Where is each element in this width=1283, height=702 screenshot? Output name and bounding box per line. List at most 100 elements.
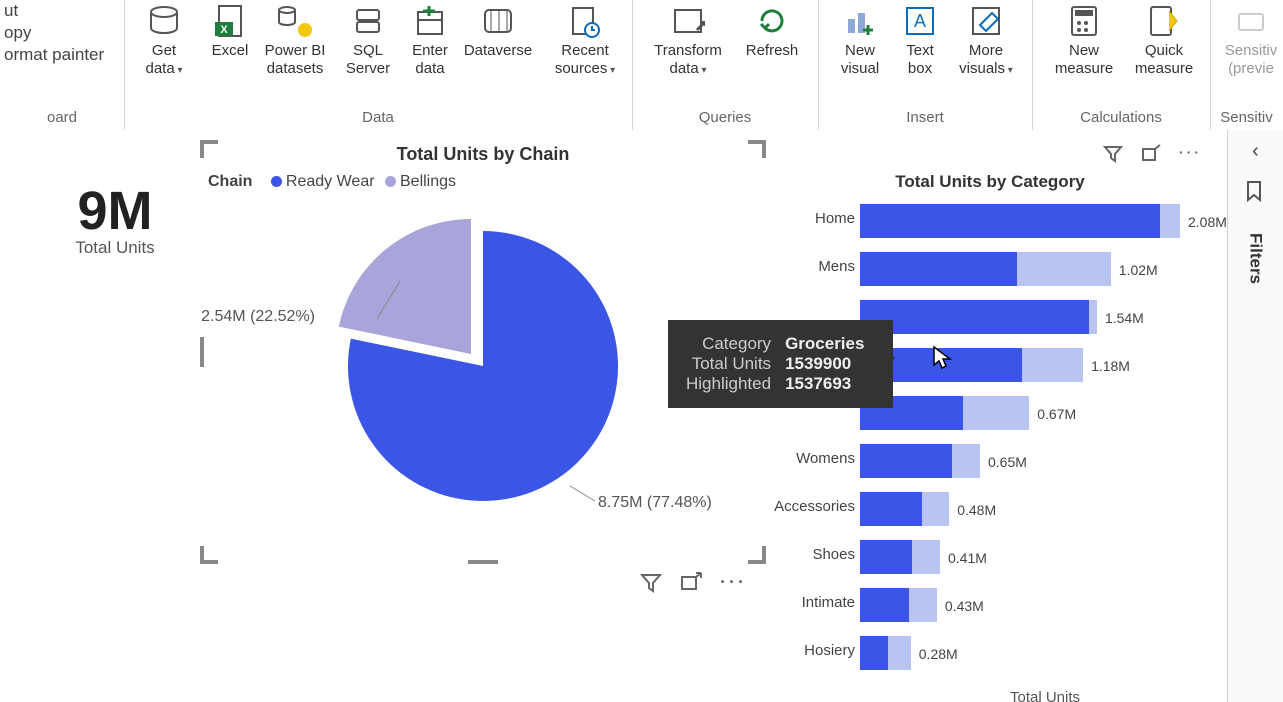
group-sensitivity: Sensitiv (1210, 109, 1283, 126)
pie-label-bellings: 2.54M (22.52%) (201, 308, 315, 325)
bar-value-label: 1.18M (1091, 358, 1130, 374)
bar-highlighted[interactable] (860, 300, 1089, 334)
cursor-icon (932, 345, 954, 371)
filter-icon[interactable] (1103, 144, 1123, 164)
excel-icon: X (198, 0, 262, 42)
chart-title: Total Units by Chain (200, 144, 766, 165)
recent-sources-button[interactable]: Recent sources ▾ (546, 0, 624, 80)
bar-value-label: 0.48M (957, 502, 996, 518)
bar-category: Womens (796, 450, 855, 467)
group-data: Data (124, 109, 632, 126)
transform-icon (646, 0, 730, 42)
bar-category: Intimate (802, 594, 855, 611)
bar-row[interactable]: Womens 0.65M (770, 440, 1210, 480)
database-icon (132, 0, 196, 42)
bar-category: Hosiery (804, 642, 855, 659)
kpi-card[interactable]: 9M Total Units (40, 180, 190, 258)
text-box-button[interactable]: A Text box (888, 0, 952, 78)
filters-pane-collapsed: ‹ Filters (1227, 130, 1283, 702)
calculator-icon (1046, 0, 1122, 42)
bar-category: Shoes (812, 546, 855, 563)
group-insert: Insert (818, 109, 1032, 126)
svg-text:A: A (914, 11, 926, 31)
bar-highlighted[interactable] (860, 636, 888, 670)
bar-value-label: 0.65M (988, 454, 1027, 470)
bar-highlighted[interactable] (860, 588, 909, 622)
kpi-value: 9M (40, 180, 190, 242)
more-visuals-button[interactable]: More visuals ▾ (948, 0, 1024, 80)
x-axis-label: Total Units (1010, 689, 1080, 702)
bar-value-label: 0.28M (919, 646, 958, 662)
report-canvas[interactable]: 9M Total Units ··· Total Units by Chain … (0, 130, 1228, 702)
bar-row[interactable]: Mens 1.02M (770, 248, 1210, 288)
pie-legend: Chain Ready Wear Bellings (208, 173, 766, 191)
dataverse-button[interactable]: Dataverse (458, 0, 538, 60)
bar-row[interactable]: Hosiery 0.28M (770, 632, 1210, 672)
resize-handle[interactable] (748, 546, 766, 564)
quick-measure-button[interactable]: Quick measure (1126, 0, 1202, 78)
refresh-button[interactable]: Refresh (740, 0, 804, 60)
resize-handle[interactable] (748, 140, 766, 158)
legend-swatch (271, 176, 282, 187)
quick-measure-icon (1126, 0, 1202, 42)
bar-highlighted[interactable] (860, 540, 912, 574)
excel-button[interactable]: X Excel (198, 0, 262, 60)
group-calculations: Calculations (1032, 109, 1210, 126)
group-queries: Queries (632, 109, 818, 126)
bar-highlighted[interactable] (860, 444, 952, 478)
focus-mode-icon[interactable] (1141, 144, 1161, 164)
sensitivity-button[interactable]: Sensitiv (previe (1220, 0, 1282, 78)
bar-chart-visual[interactable]: ··· Total Units by Category Home2.08M Men… (770, 140, 1210, 700)
more-options-icon[interactable]: ··· (720, 572, 747, 702)
bar-row[interactable]: Accessories 0.48M (770, 488, 1210, 528)
filter-icon[interactable] (640, 572, 662, 702)
bar-value-label: 2.08M (1188, 214, 1227, 230)
kpi-label: Total Units (40, 238, 190, 258)
ribbon: ut opy ormat painter oard Data Queries I… (0, 0, 1283, 131)
pie-label-ready: 8.75M (77.48%) (598, 494, 712, 511)
new-visual-icon (828, 0, 892, 42)
bar-category: Accessories (774, 498, 855, 515)
sensitivity-icon (1220, 0, 1282, 42)
bar-row[interactable]: Home2.08M (770, 200, 1210, 240)
enter-data-button[interactable]: Enter data (398, 0, 462, 78)
recent-icon (546, 0, 624, 42)
sql-server-icon (336, 0, 400, 42)
bar-category: Mens (818, 258, 855, 275)
bar-highlighted[interactable] (860, 492, 922, 526)
sql-server-button[interactable]: SQL Server (336, 0, 400, 78)
svg-text:X: X (220, 24, 228, 36)
pie-slice-bellings[interactable] (339, 219, 471, 354)
bookmark-icon[interactable] (1244, 179, 1268, 203)
focus-mode-icon[interactable] (680, 572, 702, 702)
expand-pane-button[interactable]: ‹ (1228, 140, 1283, 163)
pbi-datasets-button[interactable]: Power BI datasets (258, 0, 332, 78)
resize-handle[interactable] (200, 140, 218, 158)
bar-category: Home (815, 210, 855, 227)
bar-value-label: 1.54M (1105, 310, 1144, 326)
more-options-icon[interactable]: ··· (1179, 144, 1202, 164)
bar-value-label: 0.43M (945, 598, 984, 614)
chart-title: Total Units by Category (770, 172, 1210, 192)
enter-data-icon (398, 0, 462, 42)
text-box-icon: A (888, 0, 952, 42)
bar-row[interactable]: Shoes 0.41M (770, 536, 1210, 576)
bar-value-label: 0.67M (1037, 406, 1076, 422)
dataverse-icon (458, 0, 538, 42)
transform-data-button[interactable]: Transform data ▾ (646, 0, 730, 80)
bar-highlighted[interactable] (860, 204, 1160, 238)
bar-row[interactable]: Intimate 0.43M (770, 584, 1210, 624)
refresh-icon (740, 0, 804, 42)
bar-value-label: 1.02M (1119, 262, 1158, 278)
new-visual-button[interactable]: New visual (828, 0, 892, 78)
more-visuals-icon (948, 0, 1024, 42)
filters-label[interactable]: Filters (1246, 233, 1266, 284)
new-measure-button[interactable]: New measure (1046, 0, 1122, 78)
get-data-button[interactable]: Get data ▾ (132, 0, 196, 80)
bar-highlighted[interactable] (860, 252, 1017, 286)
resize-handle[interactable] (468, 560, 498, 564)
resize-handle[interactable] (200, 337, 204, 367)
tooltip: CategoryGroceries Total Units1539900 Hig… (668, 320, 893, 408)
bar-value-label: 0.41M (948, 550, 987, 566)
resize-handle[interactable] (200, 546, 218, 564)
